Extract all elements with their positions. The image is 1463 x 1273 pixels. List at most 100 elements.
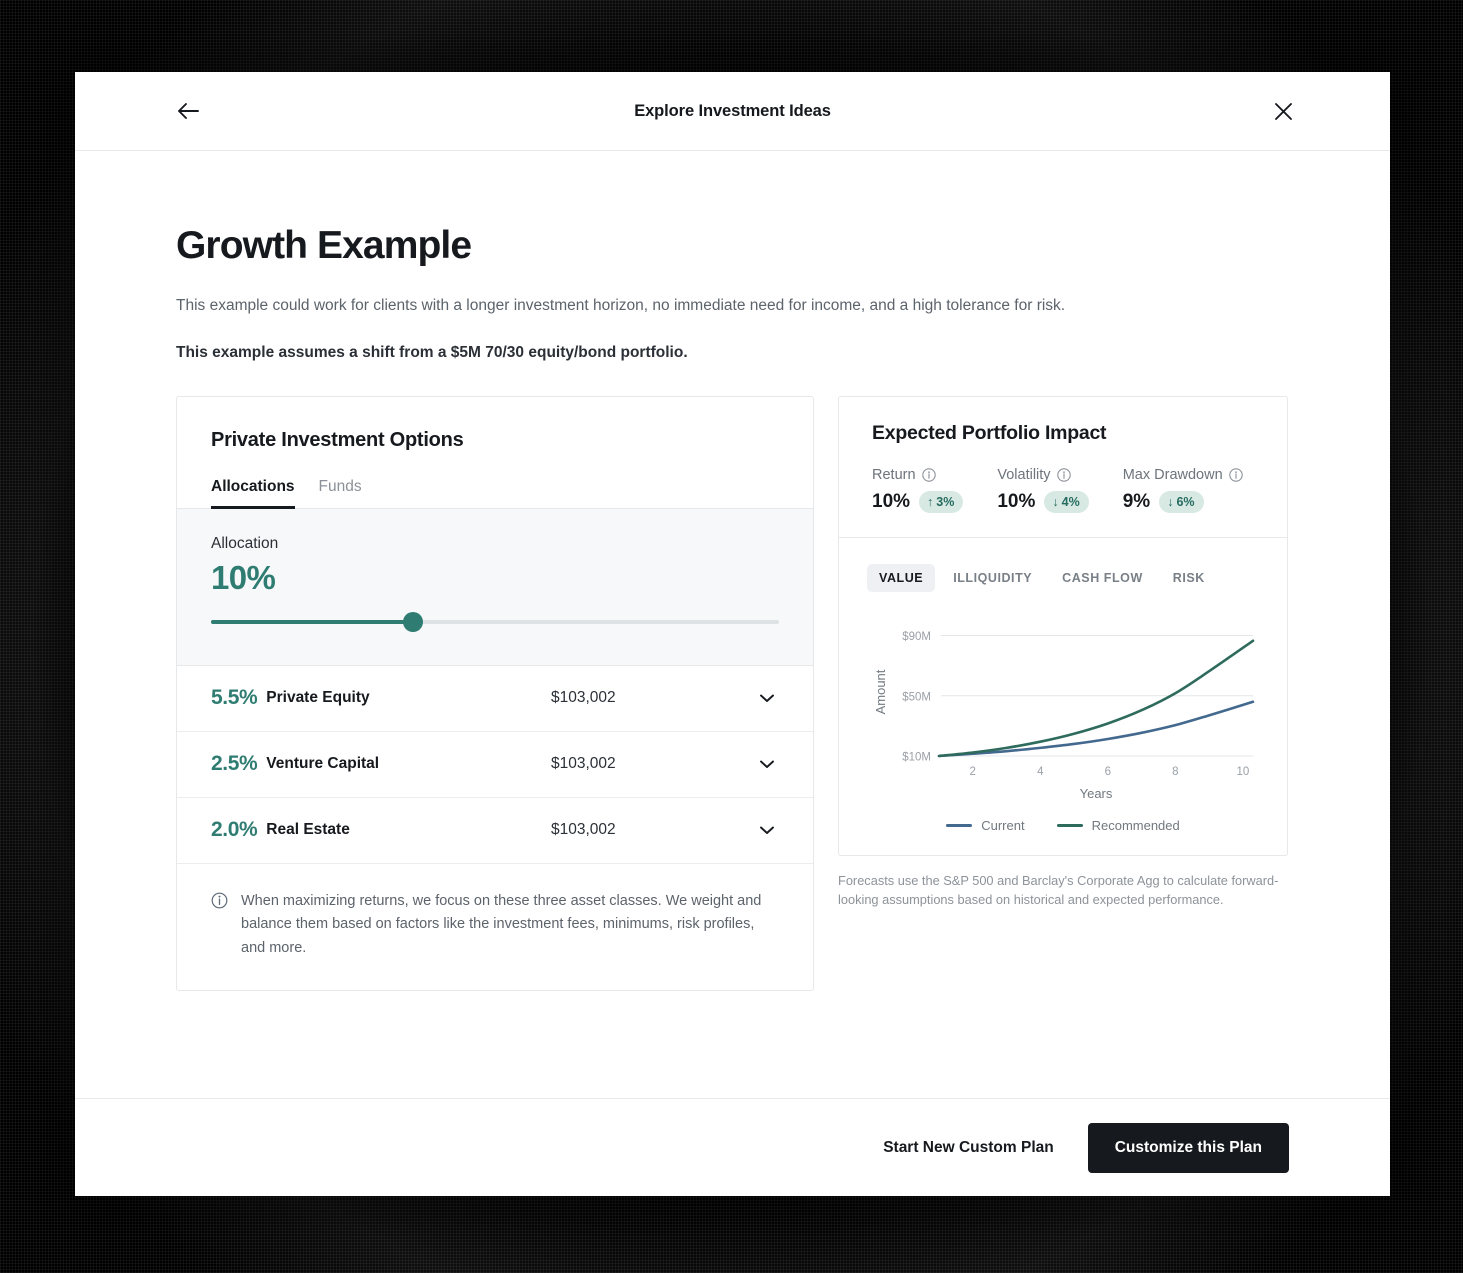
status-badge: ↑ 3%	[919, 490, 964, 513]
metric-label: Max Drawdown	[1123, 467, 1243, 483]
asset-amount: $103,002	[551, 689, 616, 707]
svg-text:$10M: $10M	[902, 751, 931, 763]
arrow-up-icon: ↑	[927, 494, 934, 509]
cards-row: Private Investment Options Allocations F…	[176, 395, 1289, 992]
chart-tabs: VALUE ILLIQUIDITY CASH FLOW RISK	[867, 563, 1259, 592]
arrow-down-icon: ↓	[1052, 494, 1059, 509]
chart-tab-illiquidity[interactable]: ILLIQUIDITY	[941, 564, 1044, 592]
metric-value-row: 9% ↓ 6%	[1122, 490, 1243, 513]
page-title-header: Explore Investment Ideas	[634, 101, 831, 120]
expected-portfolio-impact-card: Expected Portfolio Impact Return 10% ↑ 3…	[838, 395, 1288, 856]
asset-amount: $103,002	[551, 821, 616, 839]
close-icon	[1274, 102, 1292, 120]
metric-value: 10%	[997, 490, 1036, 512]
asset-percent: 2.0%	[211, 818, 258, 842]
asset-percent: 5.5%	[211, 686, 258, 710]
right-column: Expected Portfolio Impact Return 10% ↑ 3…	[838, 395, 1288, 910]
legend-label: Current	[981, 817, 1025, 833]
chevron-down-icon[interactable]	[755, 694, 779, 703]
metric-value-row: 10% ↑ 3%	[872, 490, 964, 513]
explore-investment-ideas-modal: Explore Investment Ideas Growth Example …	[75, 72, 1390, 1196]
start-new-custom-plan-button[interactable]: Start New Custom Plan	[875, 1129, 1062, 1167]
impact-header: Expected Portfolio Impact Return 10% ↑ 3…	[839, 397, 1287, 538]
status-badge: ↓ 4%	[1044, 490, 1089, 513]
metric-value: 10%	[872, 490, 911, 512]
svg-text:6: 6	[1105, 766, 1111, 778]
chevron-down-icon[interactable]	[755, 826, 779, 835]
chart-block: VALUE ILLIQUIDITY CASH FLOW RISK $10M $50…	[839, 538, 1287, 855]
metrics-row: Return 10% ↑ 3% Volatility 10% ↓ 4% Max …	[872, 467, 1254, 513]
allocation-value: 10%	[211, 558, 276, 596]
private-investment-options-card: Private Investment Options Allocations F…	[176, 395, 814, 992]
modal-body: Growth Example This example could work f…	[75, 151, 1390, 1098]
arrow-down-icon: ↓	[1167, 494, 1174, 509]
modal-header: Explore Investment Ideas	[75, 72, 1390, 151]
metric-label-text: Return	[872, 466, 916, 483]
chevron-down-icon[interactable]	[755, 760, 779, 769]
svg-text:4: 4	[1037, 766, 1044, 778]
metric-max-drawdown: Max Drawdown 9% ↓ 6%	[1123, 467, 1243, 513]
asset-percent: 2.5%	[211, 752, 258, 776]
svg-text:Years: Years	[1080, 786, 1113, 801]
badge-value: 3%	[936, 494, 955, 509]
metric-label-text: Volatility	[997, 466, 1051, 483]
svg-text:10: 10	[1236, 766, 1249, 778]
allocation-panel: Allocation 10%	[177, 508, 813, 666]
left-card-title: Private Investment Options	[211, 428, 464, 451]
slider-fill	[211, 619, 413, 624]
chart-tab-risk[interactable]: RISK	[1161, 564, 1217, 592]
note-text: When maximizing returns, we focus on the…	[241, 892, 762, 956]
info-circle-icon[interactable]	[1056, 468, 1071, 482]
legend-label: Recommended	[1091, 817, 1180, 833]
asset-name: Venture Capital	[266, 755, 380, 773]
badge-value: 6%	[1176, 494, 1195, 509]
growth-projection-chart: $10M $50M $90M 2 4 6 8 10 Years Amount	[867, 614, 1259, 814]
asset-class-note: When maximizing returns, we focus on the…	[177, 864, 813, 990]
legend-item-current: Current	[946, 817, 1025, 833]
table-row[interactable]: 2.5% Venture Capital $103,002	[177, 732, 813, 798]
tab-allocations[interactable]: Allocations	[211, 478, 295, 509]
table-row[interactable]: 5.5% Private Equity $103,002	[177, 666, 813, 732]
left-card-header: Private Investment Options Allocations F…	[177, 397, 813, 509]
metric-volatility: Volatility 10% ↓ 4%	[997, 467, 1089, 513]
arrow-left-icon	[178, 103, 199, 119]
metric-label-text: Max Drawdown	[1122, 466, 1223, 483]
asset-list: 5.5% Private Equity $103,002 2.5% Ventur…	[177, 666, 813, 864]
svg-text:$90M: $90M	[902, 631, 931, 643]
back-button[interactable]	[173, 96, 203, 126]
asset-name: Private Equity	[266, 689, 370, 707]
close-button[interactable]	[1268, 96, 1298, 126]
svg-text:2: 2	[970, 766, 976, 778]
chart-legend: Current Recommended	[867, 818, 1259, 833]
page-subtitle: This example could work for clients with…	[176, 297, 1066, 315]
metric-label: Return	[872, 467, 963, 483]
customize-this-plan-button[interactable]: Customize this Plan	[1087, 1122, 1289, 1173]
modal-footer: Start New Custom Plan Customize this Pla…	[75, 1098, 1390, 1196]
badge-value: 4%	[1061, 494, 1080, 509]
svg-text:$50M: $50M	[902, 691, 931, 703]
allocation-slider[interactable]	[211, 611, 779, 632]
chart-svg: $10M $50M $90M 2 4 6 8 10 Years Amount	[873, 631, 1255, 801]
metric-value-row: 10% ↓ 4%	[997, 490, 1089, 513]
page-assumption: This example assumes a shift from a $5M …	[176, 343, 688, 361]
page-title: Growth Example	[176, 224, 472, 267]
legend-swatch	[946, 823, 973, 827]
tab-funds[interactable]: Funds	[319, 478, 362, 508]
table-row[interactable]: 2.0% Real Estate $103,002	[177, 798, 813, 864]
info-icon	[211, 892, 228, 960]
asset-name: Real Estate	[266, 821, 350, 839]
forecast-note: Forecasts use the S&P 500 and Barclay's …	[838, 872, 1279, 908]
impact-title: Expected Portfolio Impact	[872, 421, 1107, 444]
slider-thumb[interactable]	[402, 611, 423, 632]
chart-tab-value[interactable]: VALUE	[867, 563, 936, 592]
info-circle-icon[interactable]	[1228, 468, 1243, 482]
metric-value: 9%	[1122, 490, 1151, 512]
chart-tab-cash-flow[interactable]: CASH FLOW	[1050, 564, 1155, 592]
allocation-label: Allocation	[211, 534, 279, 552]
metric-return: Return 10% ↑ 3%	[872, 467, 964, 513]
legend-item-recommended: Recommended	[1056, 817, 1180, 833]
metric-label: Volatility	[997, 467, 1088, 483]
info-circle-icon[interactable]	[921, 468, 936, 482]
svg-text:Amount: Amount	[873, 669, 888, 714]
legend-swatch	[1056, 823, 1083, 827]
